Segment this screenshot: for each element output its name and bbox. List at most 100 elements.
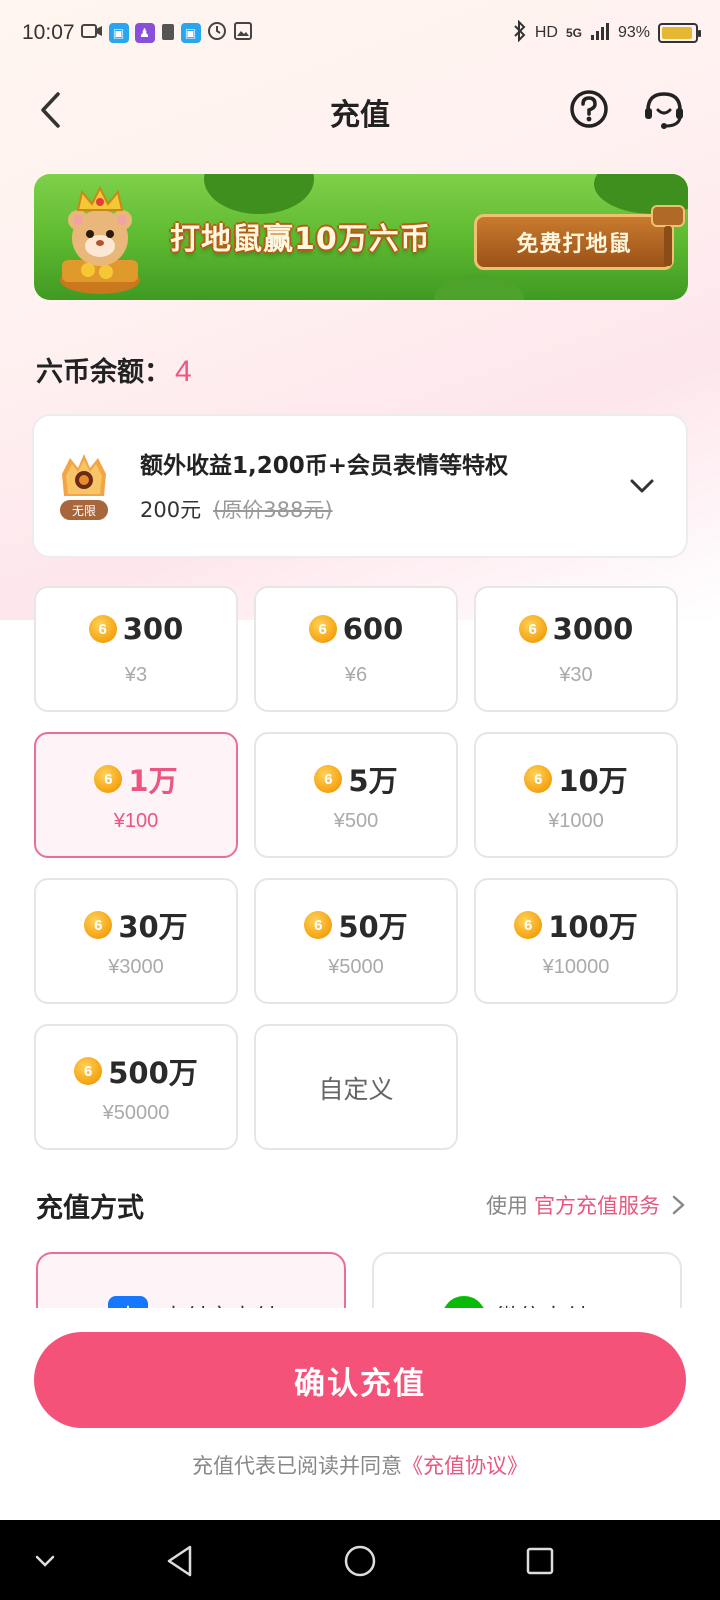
- promo-banner[interactable]: 打地鼠赢10万六币 免费打地鼠: [34, 174, 688, 300]
- customer-service-button[interactable]: [642, 86, 686, 132]
- battery-level-fill: [662, 27, 692, 39]
- battery-icon: [658, 23, 701, 43]
- confirm-recharge-button[interactable]: 确认充值: [34, 1332, 686, 1428]
- custom-amount-label: 自定义: [318, 1075, 394, 1104]
- nav-recents-button[interactable]: [515, 1536, 565, 1586]
- coin-glyph: 6: [98, 620, 107, 638]
- banner-cta-button[interactable]: 免费打地鼠: [474, 214, 674, 270]
- help-circle-icon: [570, 90, 608, 128]
- alipay-icon: 支: [108, 1296, 148, 1308]
- package-price: ¥10000: [542, 956, 610, 978]
- package-amount-row: 6 30万: [36, 904, 236, 946]
- six-coin-icon: 6: [304, 911, 333, 939]
- package-option[interactable]: 6 600 ¥6: [254, 586, 458, 712]
- payment-option-wechat[interactable]: 微信支付: [372, 1252, 682, 1308]
- vip-offer-title: 额外收益1,200币+会员表情等特权: [140, 453, 509, 479]
- banner-bush-decoration: [434, 274, 524, 300]
- triangle-back-icon: [167, 1545, 192, 1577]
- official-service-link[interactable]: 使用 官方充值服务: [486, 1190, 688, 1220]
- sim-icon: [161, 21, 175, 45]
- package-amount: 3000: [552, 612, 634, 646]
- package-price: ¥1000: [548, 810, 604, 832]
- package-option[interactable]: 6 50万 ¥5000: [254, 878, 458, 1004]
- six-coin-icon: 6: [84, 911, 113, 939]
- package-option[interactable]: 6 500万 ¥50000: [34, 1024, 238, 1150]
- hammer-icon: [651, 205, 685, 266]
- status-bar: 10:07 ▣ ♟ ▣ HD 5G 93%: [0, 0, 720, 66]
- package-amount: 500万: [108, 1056, 198, 1090]
- customer-service-icon: [645, 92, 683, 129]
- six-coin-icon: 6: [514, 911, 543, 939]
- coin-glyph: 6: [94, 916, 103, 934]
- payment-method-title: 充值方式: [36, 1193, 144, 1224]
- status-left: 10:07 ▣ ♟ ▣: [22, 21, 253, 45]
- package-amount-row: 6 300: [36, 612, 236, 646]
- package-option[interactable]: 6 100万 ¥10000: [474, 878, 678, 1004]
- nav-home-button[interactable]: [335, 1536, 385, 1586]
- package-price: ¥3: [124, 664, 148, 686]
- vip-price-row: 200元 (原价388元): [140, 494, 333, 524]
- system-navigation-bar: [0, 1520, 720, 1600]
- package-amount-row: 6 5万: [256, 758, 456, 800]
- page-title: 充值: [330, 98, 390, 133]
- nav-back-button[interactable]: [155, 1536, 205, 1586]
- six-coin-icon: 6: [524, 765, 553, 793]
- agreement-link[interactable]: 《充值协议》: [402, 1454, 528, 1478]
- banner-headline: 打地鼠赢10万六币: [170, 222, 431, 257]
- video-icon: [80, 22, 103, 44]
- package-amount: 600: [342, 612, 404, 646]
- help-button[interactable]: [568, 88, 610, 130]
- signal-type-label: 5G: [565, 26, 582, 40]
- official-service-prefix: 使用: [486, 1194, 528, 1218]
- gallery-icon: [233, 21, 253, 45]
- package-price: ¥3000: [108, 956, 164, 978]
- official-service-label: 官方充值服务: [534, 1194, 660, 1218]
- payment-option-alipay[interactable]: 支 支付宝支付: [36, 1252, 346, 1308]
- package-amount-row: 6 50万: [256, 904, 456, 946]
- banner-cta-label: 免费打地鼠: [516, 232, 632, 257]
- wechat-pay-icon: [442, 1296, 486, 1308]
- six-coin-icon: 6: [314, 765, 343, 793]
- package-price: ¥5000: [328, 956, 384, 978]
- package-price: ¥100: [113, 810, 159, 832]
- coin-glyph: 6: [528, 620, 537, 638]
- package-option-custom[interactable]: 自定义: [254, 1024, 458, 1150]
- battery-percent: 93%: [617, 24, 650, 41]
- six-coin-icon: 6: [308, 615, 337, 643]
- package-option-selected[interactable]: 6 1万 ¥100: [34, 732, 238, 858]
- package-option[interactable]: 6 300 ¥3: [34, 586, 238, 712]
- package-option[interactable]: 6 5万 ¥500: [254, 732, 458, 858]
- nav-header: 充值: [0, 72, 720, 148]
- payment-method-header: 充值方式 使用 官方充值服务: [36, 1186, 688, 1226]
- vip-expand-button[interactable]: [624, 468, 660, 504]
- vip-crown-badge-icon: 无限: [60, 454, 108, 520]
- status-time: 10:07: [22, 21, 75, 44]
- package-price: ¥50000: [102, 1102, 170, 1124]
- app-notification-icon: ♟: [134, 23, 155, 43]
- chevron-down-icon: [630, 479, 654, 493]
- six-coin-icon: 6: [88, 615, 117, 643]
- package-amount: 30万: [118, 910, 188, 944]
- chevron-right-icon: [672, 1195, 685, 1215]
- balance-label: 六币余额：: [36, 357, 171, 388]
- coin-glyph: 6: [534, 770, 543, 788]
- sync-icon: [207, 21, 227, 45]
- wechat-pay-label: 微信支付: [496, 1298, 588, 1308]
- recharge-package-grid: 6 300 ¥3 6 600 ¥6 6 3000 ¥30 6 1万 ¥100 6 5万 ¥500 6 10万 ¥1…: [34, 586, 688, 1152]
- package-option[interactable]: 6 10万 ¥1000: [474, 732, 678, 858]
- package-amount: 1万: [128, 764, 178, 798]
- package-price: ¥500: [333, 810, 379, 832]
- package-option[interactable]: 6 3000 ¥30: [474, 586, 678, 712]
- package-amount-row: 6 10万: [476, 758, 676, 800]
- coin-glyph: 6: [314, 916, 323, 934]
- package-amount: 100万: [548, 910, 638, 944]
- package-option[interactable]: 6 30万 ¥3000: [34, 878, 238, 1004]
- vip-offer-card[interactable]: 无限 额外收益1,200币+会员表情等特权 200元 (原价388元): [32, 414, 688, 558]
- six-coin-icon: 6: [518, 615, 547, 643]
- nav-hide-button[interactable]: [20, 1536, 70, 1586]
- balance-value: 4: [175, 355, 192, 388]
- package-amount-row: 6 500万: [36, 1050, 236, 1092]
- network-type-label: HD: [534, 24, 558, 41]
- package-amount-row: 6 1万: [36, 758, 236, 800]
- package-amount: 50万: [338, 910, 408, 944]
